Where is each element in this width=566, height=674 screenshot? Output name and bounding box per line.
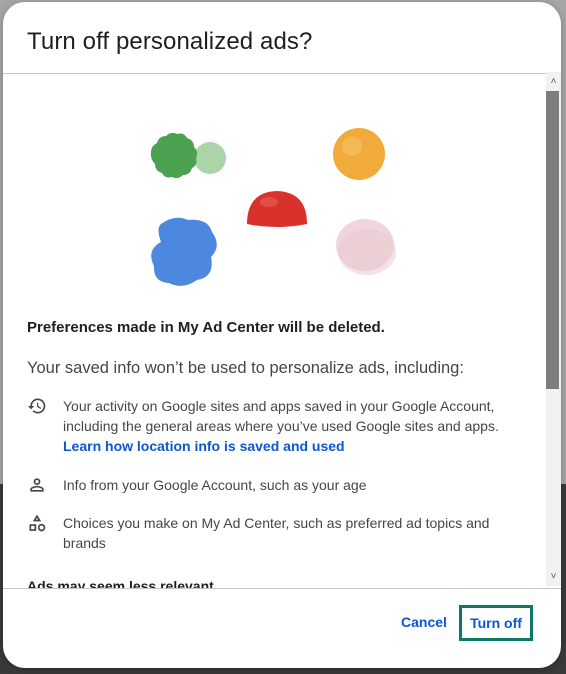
deleted-notice: Preferences made in My Ad Center will be… bbox=[27, 319, 385, 336]
person-icon bbox=[30, 478, 44, 492]
scroll-down-icon[interactable]: ˅ bbox=[549, 572, 558, 582]
dialog-content[interactable]: Preferences made in My Ad Center will be… bbox=[3, 74, 561, 588]
dialog-title: Turn off personalized ads? bbox=[27, 28, 313, 55]
saved-info-subheading: Your saved info won’t be used to persona… bbox=[27, 359, 464, 377]
scroll-up-icon[interactable]: ˄ bbox=[549, 77, 558, 87]
shapes-icon bbox=[29, 514, 46, 532]
info-text-activity: Your activity on Google sites and apps s… bbox=[63, 396, 525, 456]
cancel-button[interactable]: Cancel bbox=[401, 614, 447, 630]
turn-off-button[interactable]: Turn off bbox=[459, 605, 533, 641]
choices-description: Choices you make on My Ad Center, such a… bbox=[63, 515, 490, 551]
activity-description: Your activity on Google sites and apps s… bbox=[63, 398, 499, 434]
turn-off-personalized-ads-dialog: Turn off personalized ads? Preferences m… bbox=[3, 2, 561, 668]
illustration bbox=[150, 128, 396, 286]
scrollbar-thumb[interactable] bbox=[546, 91, 559, 389]
account-info-description: Info from your Google Account, such as y… bbox=[63, 477, 367, 493]
history-icon bbox=[27, 398, 46, 414]
learn-location-info-link[interactable]: Learn how location info is saved and use… bbox=[63, 436, 525, 456]
less-relevant-label: Ads may seem less relevant bbox=[27, 578, 214, 588]
footer-divider bbox=[3, 588, 561, 589]
